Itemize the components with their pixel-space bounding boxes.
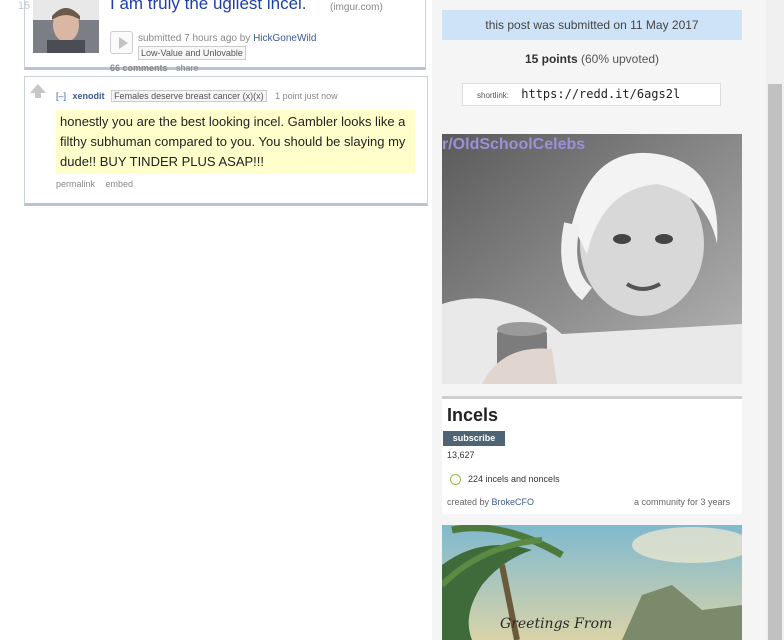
subscribe-button[interactable]: subscribe (443, 431, 505, 446)
shortlink-label: shortlink: (477, 91, 510, 100)
subreddit-title[interactable]: Incels (447, 405, 498, 426)
points-value: 15 points (524, 52, 578, 66)
users-online-text: 224 incels and noncels (468, 474, 560, 484)
created-prefix: created by (447, 497, 490, 507)
upvoted-ratio: (60% upvoted) (580, 52, 660, 66)
collapse-toggle[interactable]: [–] (56, 91, 66, 101)
comment-body: honestly you are the best looking incel.… (56, 110, 415, 174)
permalink-link[interactable]: permalink (56, 179, 95, 189)
post-title-link[interactable]: I am truly the ugliest incel. (110, 0, 307, 14)
created-by: created by BrokeCFO (447, 497, 534, 507)
comment-author-flair: Females deserve breast cancer (x)(x) (111, 90, 267, 102)
comment-action-links: permalink embed (56, 179, 141, 189)
post-thumbnail[interactable] (33, 0, 99, 53)
promo-caption: r/OldSchoolCelebs (442, 136, 586, 153)
community-age: a community for 3 years (634, 497, 731, 507)
embed-link[interactable]: embed (106, 179, 134, 189)
postcard-caption: Greetings From (500, 616, 613, 632)
comment-header: [–] xenodit Females deserve breast cance… (56, 90, 338, 102)
shortlink-url-field[interactable]: https://redd.it/6ags2l (521, 87, 680, 101)
upvote-arrow-stem[interactable] (35, 92, 41, 98)
promo-image[interactable] (442, 134, 742, 384)
shortlink-box: shortlink: https://redd.it/6ags2l (462, 83, 721, 106)
comment-meta: 1 point just now (275, 91, 338, 101)
thumbnail-image (33, 0, 99, 53)
subscriber-count: 13,627 (447, 450, 475, 460)
post-domain[interactable]: (imgur.com) (330, 2, 383, 13)
post-rank: 15 (17, 0, 31, 12)
comment-author-link[interactable]: xenodit (73, 91, 105, 101)
post-author-flair: Low-Value and Unlovable (138, 46, 246, 60)
post-score: 15 points (60% upvoted) (442, 52, 742, 66)
submitted-date-bar: this post was submitted on 11 May 2017 (442, 10, 742, 40)
play-icon (119, 37, 128, 49)
creator-link[interactable]: BrokeCFO (492, 497, 535, 507)
promo-photo (442, 134, 742, 384)
share-link[interactable]: share (176, 63, 199, 73)
post-action-links: 66 comments share (110, 63, 199, 73)
post-author-link[interactable]: HickGoneWild (253, 33, 316, 44)
post-tagline: submitted 7 hours ago by HickGoneWild (138, 33, 316, 44)
scrollbar-thumb[interactable] (768, 84, 782, 640)
comments-link[interactable]: 66 comments (110, 63, 168, 73)
expando-play-button[interactable] (110, 31, 133, 54)
online-status-icon (450, 474, 461, 485)
submitted-text: submitted 7 hours ago by (138, 33, 251, 44)
